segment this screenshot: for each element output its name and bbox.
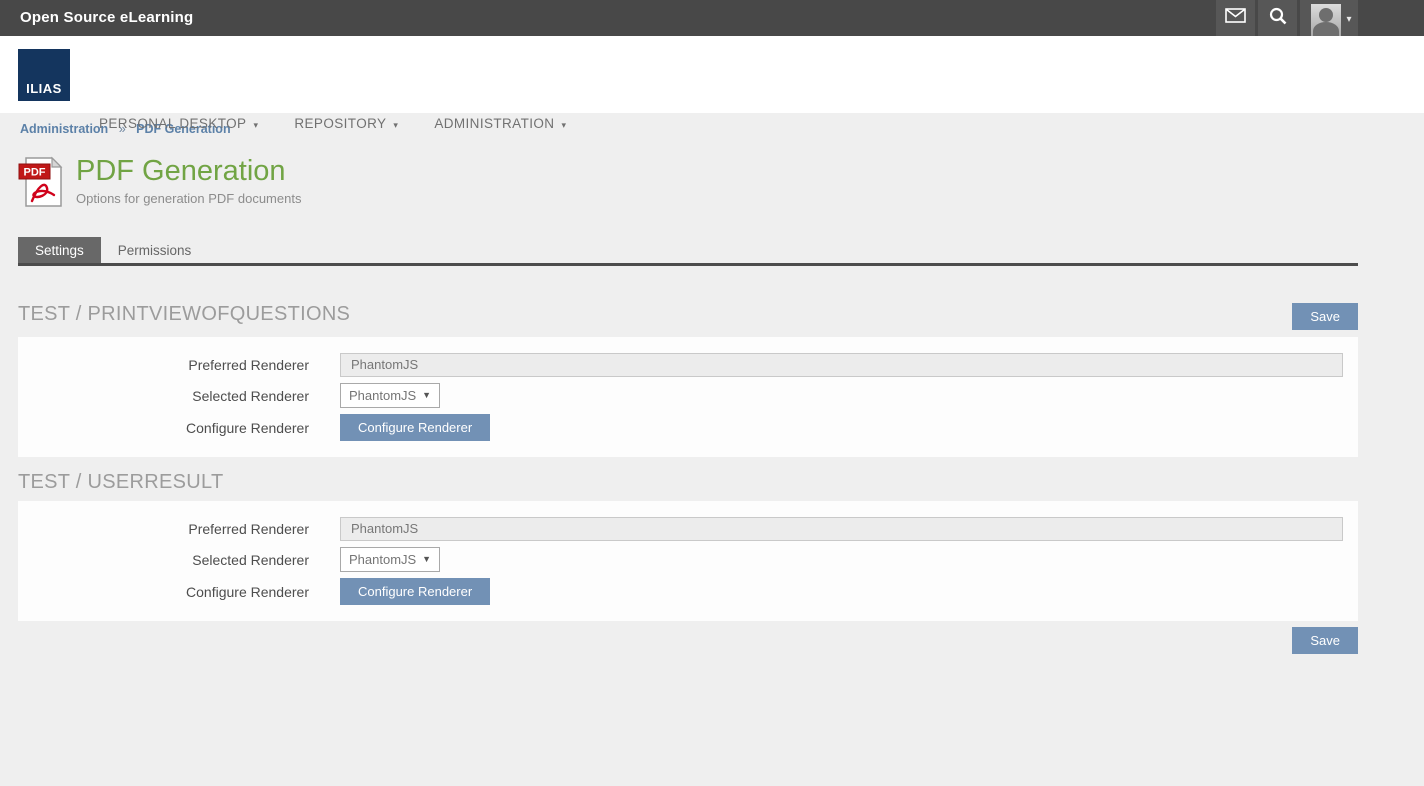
select-value: PhantomJS bbox=[349, 552, 416, 567]
tab-permissions[interactable]: Permissions bbox=[101, 237, 209, 263]
preferred-renderer-field bbox=[340, 353, 1343, 377]
tab-bar: Settings Permissions bbox=[18, 237, 1358, 266]
footer-save-row: Save bbox=[18, 627, 1358, 654]
configure-renderer-label: Configure Renderer bbox=[18, 420, 340, 436]
user-avatar bbox=[1311, 4, 1341, 36]
form-row: Configure Renderer Configure Renderer bbox=[18, 578, 1358, 605]
mail-icon bbox=[1225, 8, 1246, 28]
form-row: Selected Renderer PhantomJS ▼ bbox=[18, 383, 1358, 408]
preferred-renderer-label: Preferred Renderer bbox=[18, 521, 340, 537]
configure-renderer-label: Configure Renderer bbox=[18, 584, 340, 600]
selected-renderer-label: Selected Renderer bbox=[18, 388, 340, 404]
configure-renderer-button[interactable]: Configure Renderer bbox=[340, 578, 490, 605]
nav-personal-desktop[interactable]: PERSONAL DESKTOP▾ bbox=[99, 116, 258, 131]
breadcrumb-administration[interactable]: Administration bbox=[20, 122, 108, 136]
chevron-down-icon: ▾ bbox=[561, 120, 566, 130]
section-head-userresult: TEST / USERRESULT bbox=[18, 471, 1358, 494]
mail-button[interactable] bbox=[1216, 0, 1255, 36]
configure-renderer-button[interactable]: Configure Renderer bbox=[340, 414, 490, 441]
selected-renderer-select[interactable]: PhantomJS ▼ bbox=[340, 383, 440, 408]
chevron-down-icon: ▾ bbox=[1346, 15, 1351, 25]
topbar: Open Source eLearning ▾ bbox=[0, 0, 1424, 36]
select-caret-icon: ▼ bbox=[422, 555, 431, 564]
save-button-bottom[interactable]: Save bbox=[1292, 627, 1358, 654]
pdf-file-icon: PDF bbox=[18, 156, 64, 208]
selected-renderer-label: Selected Renderer bbox=[18, 552, 340, 568]
search-icon bbox=[1269, 7, 1287, 30]
nav-administration[interactable]: ADMINISTRATION▾ bbox=[434, 116, 566, 131]
chevron-down-icon: ▾ bbox=[253, 120, 258, 130]
save-button-top[interactable]: Save bbox=[1292, 303, 1358, 330]
section-head-printviewofquestions: TEST / PRINTVIEWOFQUESTIONS Save bbox=[18, 303, 1358, 330]
section-title: TEST / PRINTVIEWOFQUESTIONS bbox=[18, 303, 350, 326]
page-head: PDF PDF Generation Options for generatio… bbox=[18, 156, 1424, 208]
selected-renderer-select[interactable]: PhantomJS ▼ bbox=[340, 547, 440, 572]
form-panel-userresult: Preferred Renderer Selected Renderer Pha… bbox=[18, 501, 1358, 621]
chevron-down-icon: ▾ bbox=[393, 120, 398, 130]
form-row: Preferred Renderer bbox=[18, 516, 1358, 541]
section-title: TEST / USERRESULT bbox=[18, 471, 224, 494]
form-row: Selected Renderer PhantomJS ▼ bbox=[18, 547, 1358, 572]
preferred-renderer-field bbox=[340, 517, 1343, 541]
svg-text:PDF: PDF bbox=[24, 167, 46, 179]
user-menu-button[interactable]: ▾ bbox=[1300, 0, 1358, 40]
ilias-logo[interactable]: ILIAS bbox=[18, 49, 70, 101]
settings-content: TEST / PRINTVIEWOFQUESTIONS Save Preferr… bbox=[18, 303, 1358, 621]
page-title: PDF Generation bbox=[76, 156, 301, 188]
tab-settings[interactable]: Settings bbox=[18, 237, 101, 263]
select-value: PhantomJS bbox=[349, 388, 416, 403]
form-row: Preferred Renderer bbox=[18, 352, 1358, 377]
page-subtitle: Options for generation PDF documents bbox=[76, 191, 301, 206]
preferred-renderer-label: Preferred Renderer bbox=[18, 357, 340, 373]
select-caret-icon: ▼ bbox=[422, 391, 431, 400]
form-row: Configure Renderer Configure Renderer bbox=[18, 414, 1358, 441]
main-header: ILIAS PERSONAL DESKTOP▾ REPOSITORY▾ ADMI… bbox=[0, 36, 1424, 113]
search-button[interactable] bbox=[1258, 0, 1297, 36]
form-panel-printviewofquestions: Preferred Renderer Selected Renderer Pha… bbox=[18, 337, 1358, 457]
main-nav: PERSONAL DESKTOP▾ REPOSITORY▾ ADMINISTRA… bbox=[99, 116, 566, 131]
nav-repository[interactable]: REPOSITORY▾ bbox=[294, 116, 398, 131]
topbar-icon-group: ▾ bbox=[1213, 0, 1358, 40]
